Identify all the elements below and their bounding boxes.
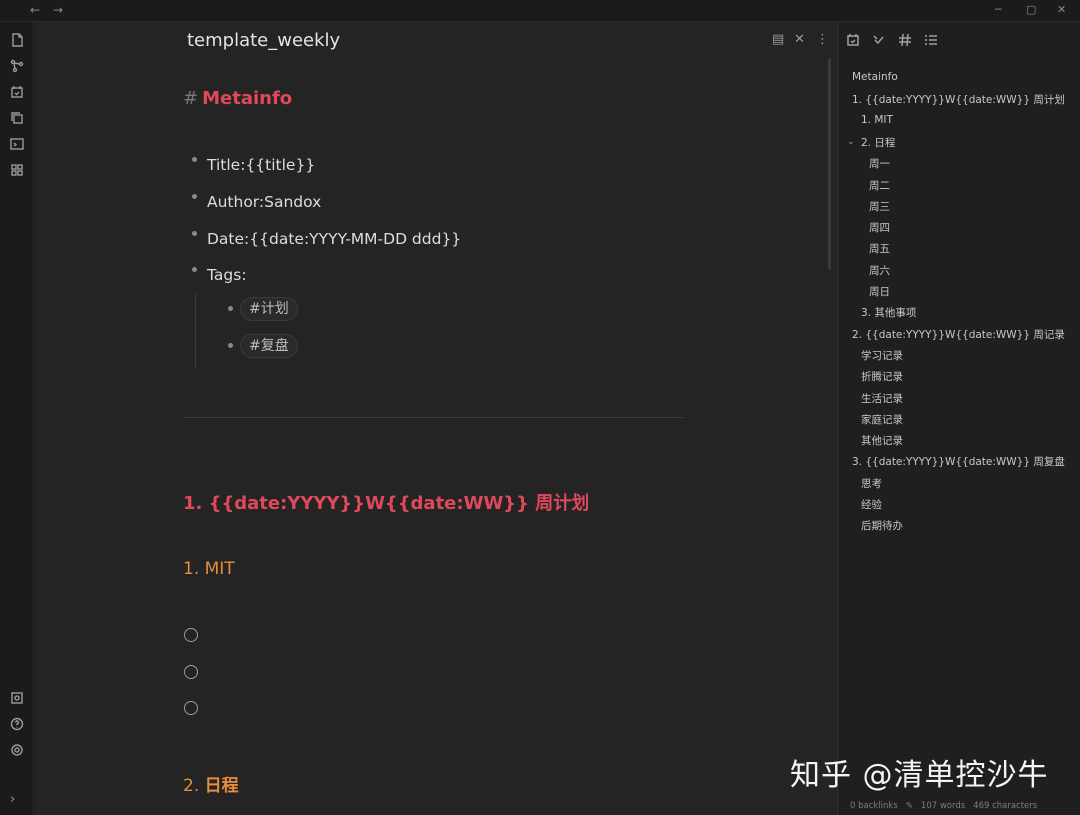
outline-item[interactable]: 思考	[861, 476, 882, 491]
indent-guide	[195, 293, 196, 368]
list-bullet	[192, 157, 197, 162]
outline-item[interactable]: 周一	[869, 156, 890, 171]
list-bullet	[192, 231, 197, 236]
heading-hash: #	[183, 88, 199, 109]
character-count: 469 characters	[973, 801, 1038, 811]
task-checkbox[interactable]	[184, 701, 198, 715]
calendar-check-icon[interactable]	[9, 84, 25, 100]
forward-arrow-icon[interactable]: →	[53, 3, 63, 17]
tag-plan[interactable]: #计划	[240, 297, 298, 321]
pencil-icon[interactable]: ✎	[906, 801, 913, 811]
note-title[interactable]: template_weekly	[187, 30, 340, 51]
outline-item[interactable]: 3. {{date:YYYY}}W{{date:WW}} 周复盘	[852, 454, 1065, 469]
grid-icon[interactable]	[9, 162, 25, 178]
mit-heading: 1. MIT	[183, 559, 235, 579]
meta-author-item: Author:Sandox	[207, 193, 322, 211]
outline-item[interactable]: 周日	[869, 284, 890, 299]
file-icon[interactable]	[9, 32, 25, 48]
task-checkbox[interactable]	[184, 665, 198, 679]
outline-item[interactable]: 周五	[869, 241, 890, 256]
status-bar: 0 backlinks ✎ 107 words 469 characters	[850, 797, 1080, 815]
outline-item[interactable]: 经验	[861, 497, 882, 512]
settings-gear-icon[interactable]	[9, 742, 25, 758]
outline-item[interactable]: 3. 其他事项	[861, 305, 916, 320]
outline-item[interactable]: 学习记录	[861, 348, 903, 363]
collapse-ribbon-icon[interactable]: ›	[10, 792, 15, 807]
chevron-down-icon[interactable]: ⌄	[847, 137, 855, 147]
list-bullet	[192, 267, 197, 272]
outline-item[interactable]: 折腾记录	[861, 369, 903, 384]
outline-item[interactable]: 周六	[869, 263, 890, 278]
reading-view-icon[interactable]: ▤	[772, 32, 784, 47]
schedule-heading: 2. 日程	[183, 776, 239, 796]
graph-icon[interactable]	[9, 58, 25, 74]
list-bullet	[192, 194, 197, 199]
outline-item[interactable]: 1. MIT	[861, 114, 893, 126]
editor-scrollbar[interactable]	[828, 58, 831, 270]
list-bullet	[228, 306, 233, 311]
close-window-button[interactable]: ✕	[1057, 3, 1066, 16]
close-tab-icon[interactable]: ✕	[794, 32, 805, 47]
backlinks-tab-icon[interactable]	[872, 32, 886, 51]
meta-tags-item: Tags:	[207, 266, 247, 284]
outline-item[interactable]: 1. {{date:YYYY}}W{{date:WW}} 周计划	[852, 92, 1065, 107]
copy-icon[interactable]	[9, 110, 25, 126]
horizontal-rule	[183, 417, 684, 418]
outline-item[interactable]: 周三	[869, 199, 890, 214]
outline-item[interactable]: 周二	[869, 178, 890, 193]
vault-icon[interactable]	[9, 690, 25, 706]
back-arrow-icon[interactable]: ←	[30, 3, 40, 17]
watermark: 知乎 @清单控沙牛	[790, 758, 1049, 793]
outline-item[interactable]: 生活记录	[861, 391, 903, 406]
word-count: 107 words	[920, 801, 966, 811]
minimize-button[interactable]: ─	[995, 3, 1002, 16]
outline-item[interactable]: 2. {{date:YYYY}}W{{date:WW}} 周记录	[852, 327, 1065, 342]
list-bullet	[228, 343, 233, 348]
weekly-plan-heading: 1. {{date:YYYY}}W{{date:WW}} 周计划	[183, 493, 590, 514]
sidebar-tabs	[846, 32, 938, 51]
help-icon[interactable]	[9, 716, 25, 732]
meta-date-item: Date:{{date:YYYY-MM-DD ddd}}	[207, 230, 462, 248]
outline-item[interactable]: Metainfo	[852, 71, 898, 83]
tag-review[interactable]: #复盘	[240, 334, 298, 358]
outline-item[interactable]: 周四	[869, 220, 890, 235]
metainfo-heading: # Metainfo	[183, 88, 293, 109]
backlinks-count[interactable]: 0 backlinks	[850, 801, 898, 811]
left-ribbon: ›	[0, 22, 34, 815]
tasks-tab-icon[interactable]	[846, 32, 860, 51]
maximize-button[interactable]: ▢	[1026, 3, 1036, 16]
outline-item[interactable]: 家庭记录	[861, 412, 903, 427]
task-checkbox[interactable]	[184, 628, 198, 642]
more-options-icon[interactable]: ⋮	[816, 32, 829, 47]
outline-item[interactable]: 后期待办	[861, 518, 903, 533]
editor-pane	[35, 22, 836, 815]
outline-item[interactable]: 其他记录	[861, 433, 903, 448]
meta-title-item: Title:{{title}}	[207, 156, 316, 174]
terminal-icon[interactable]	[9, 136, 25, 152]
title-bar: ← → ─ ▢ ✕	[0, 0, 1080, 22]
outline-item[interactable]: 2. 日程	[861, 135, 895, 150]
tags-tab-icon[interactable]	[898, 32, 912, 51]
outline-tab-icon[interactable]	[924, 32, 938, 51]
